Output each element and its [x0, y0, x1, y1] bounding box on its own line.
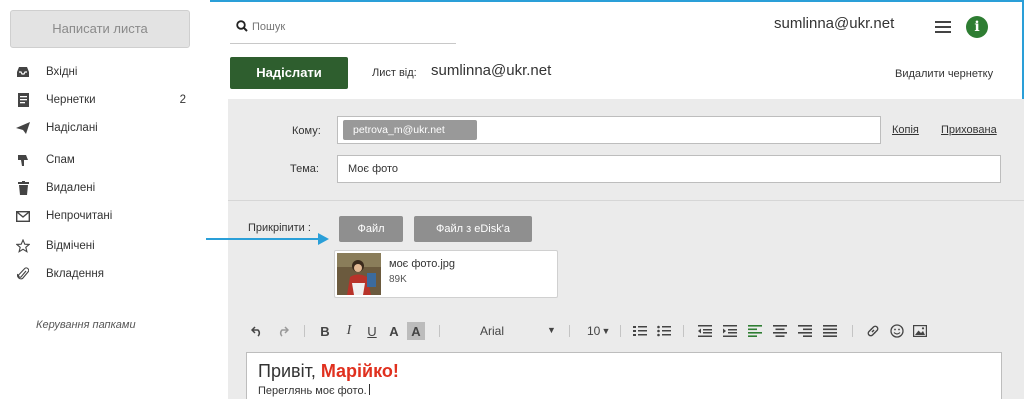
bcc-link[interactable]: Прихована [941, 124, 997, 136]
subject-label: Тема: [290, 163, 319, 175]
sidebar-item-label: Вкладення [46, 268, 104, 280]
body-text: Переглянь моє фото. [258, 385, 367, 397]
search-input[interactable] [252, 17, 422, 37]
align-left-icon[interactable] [747, 322, 763, 340]
toolbar-separator [569, 325, 570, 337]
align-right-icon[interactable] [797, 322, 813, 340]
sidebar-item-label: Непрочитані [46, 210, 113, 222]
sidebar-item-label: Вхідні [46, 66, 78, 78]
attachment-thumbnail [337, 253, 381, 295]
from-label: Лист від: [372, 67, 417, 79]
pointer-arrow-head [318, 233, 329, 245]
sidebar-item-drafts[interactable]: Чернетки 2 [16, 90, 196, 110]
attachment-filesize: 89K [389, 274, 407, 285]
font-size-select[interactable]: 10 [587, 324, 600, 338]
toolbar-separator [304, 325, 305, 337]
pointer-arrow [206, 238, 322, 240]
trash-icon [16, 181, 30, 195]
sidebar-item-label: Надіслані [46, 122, 98, 134]
inbox-icon [16, 65, 30, 79]
sidebar-item-unread[interactable]: Непрочитані [16, 206, 196, 226]
delete-draft-link[interactable]: Видалити чернетку [895, 68, 993, 80]
background-color-button[interactable]: A [407, 322, 425, 340]
text-cursor [368, 384, 370, 395]
sidebar-item-sent[interactable]: Надіслані [16, 118, 196, 138]
image-icon[interactable] [912, 322, 928, 340]
sidebar-item-starred[interactable]: Відмічені [16, 236, 196, 256]
attach-file-button[interactable]: Файл [339, 216, 403, 242]
attach-edisk-button[interactable]: Файл з eDisk'a [414, 216, 532, 242]
sidebar: Написати листа Вхідні Чернетки 2 Надісла… [0, 0, 210, 399]
bulleted-list-icon[interactable] [656, 322, 672, 340]
sidebar-item-label: Чернетки [46, 94, 96, 106]
unread-icon [16, 209, 30, 223]
drafts-count-badge: 2 [179, 94, 186, 106]
greeting-name: Марійко! [320, 361, 399, 381]
greeting-prefix: Привіт, [258, 361, 321, 381]
info-icon[interactable]: i [966, 16, 988, 38]
search-underline [230, 43, 456, 44]
divider [228, 200, 1024, 201]
sidebar-item-inbox[interactable]: Вхідні [16, 62, 196, 82]
link-icon[interactable] [865, 322, 881, 340]
indent-icon[interactable] [722, 322, 738, 340]
chevron-down-icon[interactable]: ▼ [547, 325, 556, 335]
attachment-filename: моє фото.jpg [389, 258, 456, 270]
from-address[interactable]: sumlinna@ukr.net [431, 62, 551, 79]
italic-button[interactable]: I [342, 322, 356, 340]
align-justify-icon[interactable] [822, 322, 838, 340]
toolbar-separator [683, 325, 684, 337]
to-label: Кому: [292, 125, 321, 137]
subject-field[interactable]: Моє фото [337, 155, 1001, 183]
send-button[interactable]: Надіслати [230, 57, 348, 89]
emoji-icon[interactable] [889, 322, 905, 340]
toolbar-separator [620, 325, 621, 337]
menu-icon[interactable] [935, 21, 951, 33]
redo-icon[interactable] [276, 322, 290, 340]
toolbar-separator [852, 325, 853, 337]
body-text-line: Переглянь моє фото. [258, 384, 370, 397]
paperclip-icon [16, 267, 30, 281]
sidebar-item-trash[interactable]: Видалені [16, 178, 196, 198]
attach-label: Прикріпити : [248, 222, 311, 234]
sidebar-item-label: Спам [46, 154, 75, 166]
outdent-icon[interactable] [697, 322, 713, 340]
font-family-select[interactable]: Arial [480, 324, 504, 338]
greeting-line: Привіт, Марійко! [258, 361, 399, 382]
manage-folders-link[interactable]: Керування папками [36, 319, 136, 331]
sent-icon [16, 121, 30, 135]
recipient-chip[interactable]: petrova_m@ukr.net [343, 120, 477, 140]
align-center-icon[interactable] [772, 322, 788, 340]
toolbar-separator [439, 325, 440, 337]
sidebar-item-label: Відмічені [46, 240, 95, 252]
numbered-list-icon[interactable] [632, 322, 648, 340]
text-color-button[interactable]: A [386, 322, 402, 340]
drafts-icon [16, 93, 30, 107]
spam-icon [16, 153, 30, 167]
chevron-down-icon[interactable]: ▼ [602, 322, 611, 340]
compose-button[interactable]: Написати листа [10, 10, 190, 48]
bold-button[interactable]: B [318, 322, 332, 340]
star-icon [16, 239, 30, 253]
undo-icon[interactable] [250, 322, 264, 340]
sidebar-item-spam[interactable]: Спам [16, 150, 196, 170]
sidebar-item-attachments[interactable]: Вкладення [16, 264, 196, 284]
cc-link[interactable]: Копія [892, 124, 919, 136]
sidebar-item-label: Видалені [46, 182, 96, 194]
underline-button[interactable]: U [365, 322, 379, 340]
user-email[interactable]: sumlinna@ukr.net [774, 15, 894, 32]
search-icon[interactable] [236, 20, 248, 35]
